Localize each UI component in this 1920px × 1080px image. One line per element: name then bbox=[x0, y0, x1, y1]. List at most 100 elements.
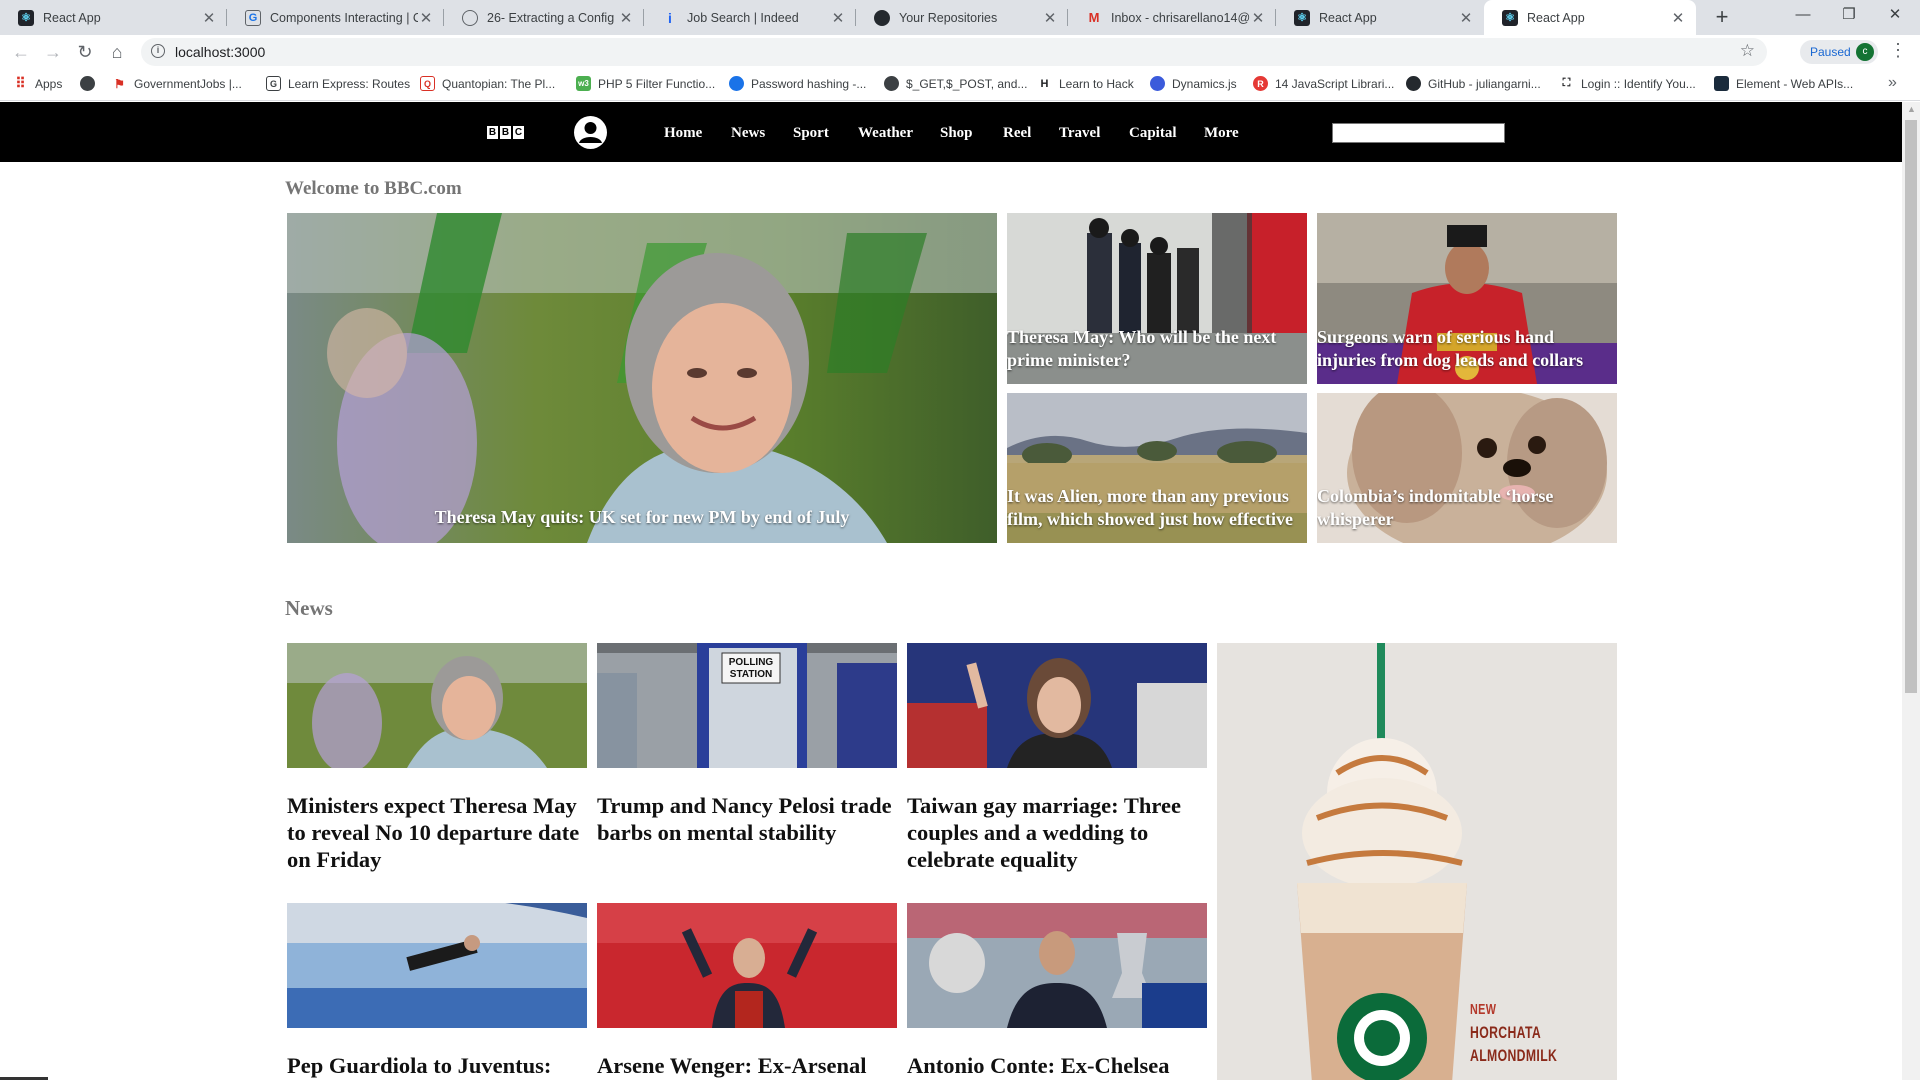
tab-indeed[interactable]: i Job Search | Indeed ✕ bbox=[644, 0, 856, 35]
news-headline[interactable]: Taiwan gay marriage: Three couples and a… bbox=[907, 792, 1207, 873]
bookmark-php-filter[interactable]: w3 PHP 5 Filter Functio... bbox=[576, 76, 715, 91]
story-caption[interactable]: Colombia’s indomitable ‘horse whisperer bbox=[1317, 485, 1617, 531]
bookmark-label: 14 JavaScript Librari... bbox=[1275, 76, 1395, 91]
tab-your-repositories[interactable]: Your Repositories ✕ bbox=[856, 0, 1068, 35]
nav-more[interactable]: More bbox=[1204, 125, 1239, 142]
story-caption[interactable]: It was Alien, more than any previous fil… bbox=[1007, 485, 1307, 531]
news-headline[interactable]: Ministers expect Theresa May to reveal N… bbox=[287, 792, 587, 873]
user-account-icon[interactable] bbox=[574, 116, 607, 149]
bookmark-globe[interactable] bbox=[80, 76, 102, 91]
quantopian-icon: Q bbox=[420, 76, 435, 91]
top-story-1[interactable]: Theresa May: Who will be the next prime … bbox=[1007, 213, 1307, 384]
tab-components-interacting[interactable]: G Components Interacting | C ✕ bbox=[227, 0, 444, 35]
bookmark-label: $_GET,$_POST, and... bbox=[906, 76, 1028, 91]
close-icon[interactable]: ✕ bbox=[1458, 9, 1474, 27]
home-icon[interactable]: ⌂ bbox=[105, 41, 129, 63]
bookmark-label: PHP 5 Filter Functio... bbox=[598, 76, 716, 91]
search-input[interactable] bbox=[1332, 123, 1505, 143]
nav-home[interactable]: Home bbox=[664, 125, 702, 142]
news-card-1[interactable]: Ministers expect Theresa May to reveal N… bbox=[287, 643, 587, 873]
url-text[interactable]: localhost:3000 bbox=[175, 44, 265, 60]
forward-arrow-icon[interactable]: → bbox=[41, 41, 65, 63]
tab-react-app-active[interactable]: ⚛ React App ✕ bbox=[1484, 0, 1696, 35]
news-headline[interactable]: Antonio Conte: Ex-Chelsea bbox=[907, 1052, 1207, 1079]
nav-sport[interactable]: Sport bbox=[793, 125, 829, 142]
restore-icon[interactable]: ❐ bbox=[1826, 0, 1872, 32]
bookmark-github[interactable]: GitHub - juliangarni... bbox=[1406, 76, 1541, 91]
scrollbar-thumb[interactable] bbox=[1905, 120, 1917, 693]
top-story-4[interactable]: Colombia’s indomitable ‘horse whisperer bbox=[1317, 393, 1617, 543]
back-arrow-icon[interactable]: ← bbox=[9, 41, 33, 63]
bookmark-apps[interactable]: ⠿ Apps bbox=[13, 75, 62, 91]
tab-react-app-1[interactable]: ⚛ React App ✕ bbox=[0, 0, 227, 35]
tab-react-app-2[interactable]: ⚛ React App ✕ bbox=[1276, 0, 1484, 35]
story-caption[interactable]: Theresa May: Who will be the next prime … bbox=[1007, 326, 1307, 372]
minimize-icon[interactable]: — bbox=[1780, 0, 1826, 32]
close-icon[interactable]: ✕ bbox=[1250, 9, 1266, 27]
news-headline[interactable]: Pep Guardiola to Juventus: bbox=[287, 1052, 587, 1079]
tab-gmail-inbox[interactable]: M Inbox - chrisarellano14@gn ✕ bbox=[1068, 0, 1276, 35]
news-card-6[interactable]: Antonio Conte: Ex-Chelsea bbox=[907, 903, 1207, 1080]
react-icon: ⚛ bbox=[18, 9, 34, 26]
tab-extracting-config[interactable]: 26- Extracting a Config File ✕ bbox=[444, 0, 644, 35]
nav-reel[interactable]: Reel bbox=[1003, 125, 1031, 142]
close-icon[interactable]: ✕ bbox=[1042, 9, 1058, 27]
menu-kebab-icon[interactable]: ⋮ bbox=[1889, 40, 1907, 61]
hero-caption[interactable]: Theresa May quits: UK set for new PM by … bbox=[287, 506, 997, 529]
top-story-2[interactable]: Surgeons warn of serious hand injuries f… bbox=[1317, 213, 1617, 384]
advertisement[interactable]: NEW HORCHATA ALMONDMILK bbox=[1217, 643, 1617, 1080]
bookmark-star-icon[interactable]: ☆ bbox=[1740, 41, 1755, 61]
bookmark-governmentjobs[interactable]: ⚑ GovernmentJobs |... bbox=[112, 76, 242, 91]
bookmark-identify[interactable]: ⛶ Login :: Identify You... bbox=[1559, 76, 1696, 91]
bookmark-label: Login :: Identify You... bbox=[1581, 76, 1696, 91]
news-card-2[interactable]: POLLING STATION Trump and Nancy Pelosi t… bbox=[597, 643, 897, 873]
top-story-3[interactable]: It was Alien, more than any previous fil… bbox=[1007, 393, 1307, 543]
window-close-icon[interactable]: ✕ bbox=[1872, 0, 1918, 32]
news-headline[interactable]: Arsene Wenger: Ex-Arsenal bbox=[597, 1052, 897, 1079]
tab-title: 26- Extracting a Config File bbox=[487, 10, 618, 25]
nav-travel[interactable]: Travel bbox=[1059, 125, 1100, 142]
bookmark-quantopian[interactable]: Q Quantopian: The Pl... bbox=[420, 76, 555, 91]
tab-title: React App bbox=[1319, 10, 1377, 25]
dynamics-icon bbox=[1150, 76, 1165, 91]
close-icon[interactable]: ✕ bbox=[830, 9, 846, 27]
news-card-5[interactable]: Arsene Wenger: Ex-Arsenal bbox=[597, 903, 897, 1080]
news-card-3[interactable]: Taiwan gay marriage: Three couples and a… bbox=[907, 643, 1207, 873]
nav-weather[interactable]: Weather bbox=[858, 125, 913, 142]
scroll-up-icon[interactable]: ▲ bbox=[1907, 104, 1916, 114]
nav-capital[interactable]: Capital bbox=[1129, 125, 1177, 142]
bookmark-js-libraries[interactable]: R 14 JavaScript Librari... bbox=[1253, 76, 1394, 91]
close-icon[interactable]: ✕ bbox=[1670, 9, 1686, 27]
browser-toolbar: ← → ↻ ⌂ i localhost:3000 ☆ Paused c ⋮ bbox=[0, 35, 1920, 69]
close-icon[interactable]: ✕ bbox=[418, 9, 434, 27]
bookmark-dynamics[interactable]: Dynamics.js bbox=[1150, 76, 1237, 91]
bookmark-get-post[interactable]: $_GET,$_POST, and... bbox=[884, 76, 1027, 91]
info-icon[interactable]: i bbox=[151, 44, 165, 58]
tab-title: React App bbox=[1527, 10, 1585, 25]
polling-sign-line-1: POLLING bbox=[729, 657, 774, 668]
nav-shop[interactable]: Shop bbox=[940, 125, 973, 142]
news-image bbox=[287, 903, 587, 1028]
close-icon[interactable]: ✕ bbox=[618, 9, 634, 27]
page-scrollbar[interactable]: ▲ bbox=[1902, 102, 1920, 1080]
profile-button[interactable]: Paused c bbox=[1800, 40, 1878, 64]
news-card-4[interactable]: Pep Guardiola to Juventus: bbox=[287, 903, 587, 1080]
bookmark-learn-to-hack[interactable]: H Learn to Hack bbox=[1037, 76, 1134, 91]
bookmark-mdn[interactable]: Element - Web APIs... bbox=[1714, 76, 1853, 91]
reload-icon[interactable]: ↻ bbox=[73, 41, 97, 63]
news-image bbox=[907, 903, 1207, 1028]
hero-story[interactable]: Theresa May quits: UK set for new PM by … bbox=[287, 213, 997, 543]
bbc-logo[interactable]: B B C bbox=[487, 126, 524, 139]
flag-icon: ⚑ bbox=[114, 76, 125, 91]
address-bar[interactable]: i localhost:3000 ☆ bbox=[141, 38, 1767, 66]
new-tab-button[interactable]: + bbox=[1708, 3, 1736, 31]
nav-news[interactable]: News bbox=[731, 125, 765, 142]
bookmark-label: Quantopian: The Pl... bbox=[442, 76, 556, 91]
bookmark-password-hashing[interactable]: Password hashing -... bbox=[729, 76, 866, 91]
logo-letter: B bbox=[487, 126, 498, 139]
news-headline[interactable]: Trump and Nancy Pelosi trade barbs on me… bbox=[597, 792, 897, 846]
story-caption[interactable]: Surgeons warn of serious hand injuries f… bbox=[1317, 326, 1617, 372]
bookmarks-overflow-icon[interactable]: » bbox=[1888, 74, 1897, 92]
close-icon[interactable]: ✕ bbox=[201, 9, 217, 27]
bookmark-learn-express[interactable]: G Learn Express: Routes bbox=[266, 76, 410, 91]
